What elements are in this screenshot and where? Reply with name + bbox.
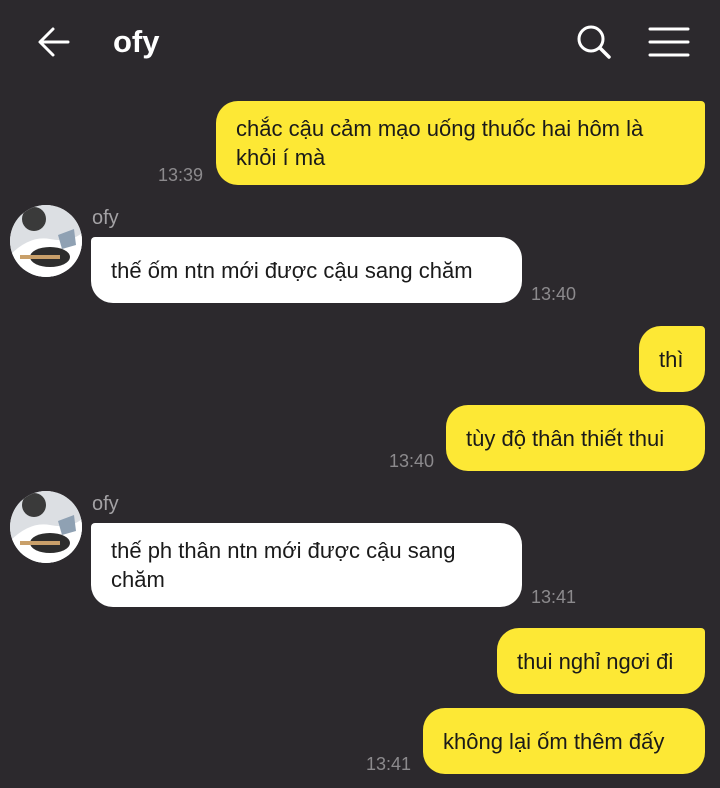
message-timestamp: 13:40 — [531, 284, 577, 304]
message-timestamp: 13:39 — [158, 165, 204, 185]
outgoing-message-bubble[interactable]: thui nghỉ ngơi đi — [497, 628, 705, 694]
search-button[interactable] — [572, 20, 616, 64]
back-button[interactable] — [34, 22, 74, 62]
outgoing-message-bubble[interactable]: tùy độ thân thiết thui — [446, 405, 705, 471]
avatar-photo-icon — [10, 205, 82, 277]
sender-name: ofy — [92, 207, 119, 229]
message-text: tùy độ thân thiết thui — [466, 425, 665, 451]
outgoing-message-bubble[interactable]: chắc cậu cảm mạo uống thuốc hai hôm là k… — [216, 101, 705, 185]
chat-title: ofy — [113, 24, 160, 59]
search-icon — [577, 25, 611, 59]
message-timestamp: 13:41 — [531, 587, 577, 607]
sender-name: ofy — [92, 493, 119, 515]
menu-button[interactable] — [646, 20, 692, 64]
avatar[interactable] — [10, 205, 82, 277]
menu-icon — [648, 27, 690, 57]
incoming-message-bubble[interactable]: thế ph thân ntn mới được cậu sang chăm — [91, 523, 522, 607]
message-text: thì — [659, 346, 684, 372]
outgoing-message-bubble[interactable]: thì — [639, 326, 705, 392]
chat-header: ofy — [0, 0, 720, 84]
message-text: không lại ốm thêm đấy — [443, 728, 665, 754]
message-timestamp: 13:40 — [389, 451, 435, 471]
incoming-message-bubble[interactable]: thế ốm ntn mới được cậu sang chăm — [91, 237, 522, 303]
message-text: thui nghỉ ngơi đi — [517, 648, 674, 674]
message-text: thế ốm ntn mới được cậu sang chăm — [111, 257, 473, 283]
message-text: thế ph thân ntn mới được cậu sang chăm — [111, 538, 456, 592]
back-arrow-icon — [38, 27, 70, 57]
avatar-photo-icon — [10, 491, 82, 563]
outgoing-message-bubble[interactable]: không lại ốm thêm đấy — [423, 708, 705, 774]
message-timestamp: 13:41 — [366, 754, 412, 774]
avatar[interactable] — [10, 491, 82, 563]
message-text: chắc cậu cảm mạo uống thuốc hai hôm là k… — [236, 116, 644, 170]
